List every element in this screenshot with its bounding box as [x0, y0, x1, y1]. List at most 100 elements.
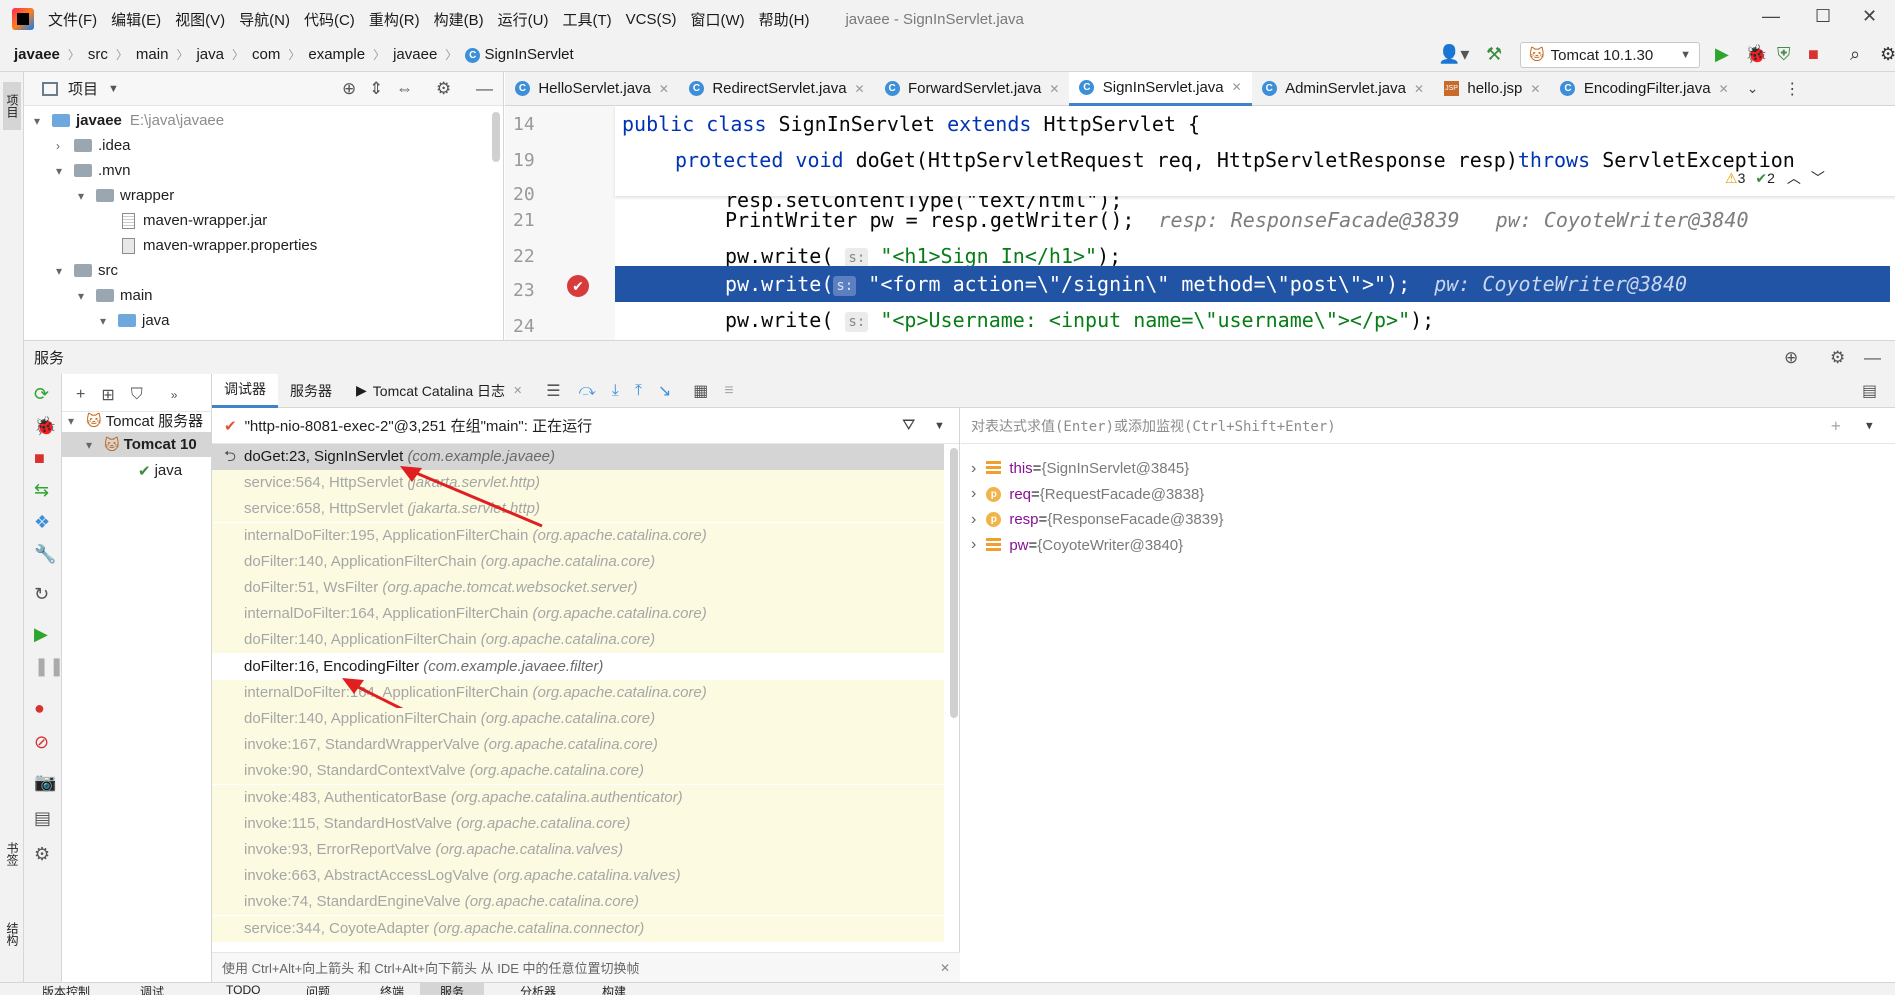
code-line-21[interactable]: PrintWriter pw = resp.getWriter(); resp:… [725, 202, 1749, 238]
settings-icon[interactable]: ⚙ [1880, 44, 1895, 65]
step-over-icon[interactable]: ⤼ [579, 382, 596, 400]
chevron-down-icon[interactable]: ﹀ [1811, 168, 1825, 188]
rerun-icon[interactable]: ⟳ [34, 384, 49, 405]
menu-edit[interactable]: 编辑(E) [111, 9, 161, 30]
deploy-icon[interactable]: ❖ [34, 512, 50, 533]
menu-file[interactable]: 文件(F) [48, 9, 97, 30]
redeploy-icon[interactable]: ⇆ [34, 480, 49, 501]
close-tab-icon[interactable]: ✕ [1232, 80, 1242, 94]
close-tab-icon[interactable]: ✕ [1414, 82, 1424, 96]
menu-navigate[interactable]: 导航(N) [239, 9, 290, 30]
code-line-24[interactable]: pw.write( s: "<p>Username: <input name=\… [725, 302, 1434, 338]
crumb-main[interactable]: main [136, 46, 169, 63]
menu-vcs[interactable]: VCS(S) [626, 11, 677, 28]
stack-frame[interactable]: invoke:93, ErrorReportValve (org.apache.… [212, 837, 944, 863]
mute-breakpoints-icon[interactable]: ⊘ [34, 732, 49, 753]
variable-row[interactable]: › p req = {RequestFacade@3838} [971, 482, 1204, 507]
code-line-23[interactable]: pw.write(s: "<form action=\"/signin\" me… [725, 266, 1687, 302]
tree-item-mvn[interactable]: ▾ .mvn [56, 158, 131, 183]
step-out-icon[interactable]: ⤒ [635, 382, 642, 400]
crumb-javaee[interactable]: javaee [393, 46, 437, 63]
menu-build[interactable]: 构建(B) [434, 9, 484, 30]
search-icon[interactable]: ⌕ [1850, 44, 1860, 65]
code-line-14[interactable]: public class SignInServlet extends HttpS… [622, 106, 1200, 142]
menu-view[interactable]: 视图(V) [175, 9, 225, 30]
project-scrollbar[interactable] [492, 112, 500, 162]
tree-item-tomcat-server[interactable]: ▾ 🐱 Tomcat 服务器 [68, 408, 212, 433]
stack-frame[interactable]: invoke:90, StandardContextValve (org.apa… [212, 758, 944, 785]
tool-terminal[interactable]: 终端 [380, 983, 404, 995]
tab-debugger[interactable]: 调试器 [212, 373, 278, 408]
stack-frame[interactable]: service:344, CoyoteAdapter (org.apache.c… [212, 915, 944, 942]
locate-icon[interactable]: ⊕ [342, 79, 356, 99]
group-icon[interactable]: ⊞ [101, 385, 114, 405]
debug-icon[interactable]: 🐞 [1745, 44, 1767, 65]
layout-icon[interactable]: ▤ [1862, 381, 1877, 401]
add-icon[interactable]: + [76, 386, 85, 404]
expand-all-icon[interactable]: ⇕ [369, 79, 383, 99]
debug-icon[interactable]: 🐞 [34, 416, 56, 437]
tree-item-java[interactable]: ▾ java [100, 308, 170, 333]
view-breakpoints-icon[interactable]: ● [34, 698, 45, 719]
pause-icon[interactable]: ❚❚ [34, 656, 64, 677]
tree-item-javaee[interactable]: ▾ javaee E:\java\javaee [34, 108, 224, 133]
crumb-project[interactable]: javaee [14, 46, 60, 63]
tab-adminservlet[interactable]: C AdminServlet.java ✕ [1252, 72, 1434, 106]
crumb-example[interactable]: example [308, 46, 365, 63]
chevron-up-icon[interactable]: ︿ [1787, 168, 1801, 188]
stop-icon[interactable]: ■ [1808, 44, 1819, 65]
tree-item-src[interactable]: ▾ src [56, 258, 118, 283]
tool-todo[interactable]: TODO [226, 983, 260, 995]
hide-icon[interactable]: — [1864, 348, 1881, 368]
crumb-src[interactable]: src [88, 46, 108, 63]
locate-icon[interactable]: ⊕ [1784, 348, 1798, 368]
tree-item-wrapper-jar[interactable]: maven-wrapper.jar [122, 208, 267, 233]
minimize-icon[interactable]: — [1762, 6, 1780, 27]
stack-frame[interactable]: invoke:115, StandardHostValve (org.apach… [212, 810, 944, 837]
step-into-icon[interactable]: ⤓ [612, 382, 619, 400]
stop-icon[interactable]: ■ [34, 448, 45, 469]
tab-helloservlet[interactable]: C HelloServlet.java ✕ [505, 72, 679, 106]
filter-icon[interactable]: ⛉ [131, 386, 143, 404]
stack-frame[interactable]: invoke:74, StandardEngineValve (org.apac… [212, 889, 944, 916]
gear-icon[interactable]: ⚙ [1830, 348, 1845, 368]
bookmarks-tool-button[interactable]: 书签 [4, 842, 21, 866]
maximize-icon[interactable]: ☐ [1815, 6, 1831, 27]
threads-icon[interactable]: ☰ [546, 381, 560, 401]
tab-redirectservlet[interactable]: C RedirectServlet.java ✕ [679, 72, 875, 106]
menu-help[interactable]: 帮助(H) [759, 9, 810, 30]
resume-icon[interactable]: ▶ [34, 624, 48, 645]
tree-item-tomcat[interactable]: ▾ 🐱 Tomcat 10 [62, 432, 212, 457]
run-icon[interactable]: ▶ [1715, 44, 1729, 65]
menu-run[interactable]: 运行(U) [498, 9, 549, 30]
chevron-down-icon[interactable]: ▼ [108, 83, 119, 95]
close-tab-icon[interactable]: ✕ [1049, 82, 1059, 96]
tool-vcs[interactable]: 版本控制 [42, 983, 90, 995]
tree-item-main[interactable]: ▾ main [78, 283, 153, 308]
chevron-down-icon[interactable]: ▼ [1866, 419, 1873, 432]
camera-icon[interactable]: 📷 [34, 772, 56, 793]
close-tab-icon[interactable]: ✕ [659, 82, 669, 96]
refresh-icon[interactable]: ↻ [34, 584, 49, 605]
tree-item-wrapper-properties[interactable]: maven-wrapper.properties [122, 233, 317, 258]
crumb-java[interactable]: java [196, 46, 224, 63]
stack-frame[interactable]: invoke:483, AuthenticatorBase (org.apach… [212, 784, 944, 811]
menu-tools[interactable]: 工具(T) [562, 9, 611, 30]
settings-icon[interactable]: ⚙ [34, 844, 50, 865]
tab-catalina-log[interactable]: ▶ Tomcat Catalina 日志 ✕ [344, 374, 534, 408]
tree-item-idea[interactable]: › .idea [56, 133, 131, 158]
chevron-right-icon[interactable]: › [971, 511, 976, 529]
menu-refactor[interactable]: 重构(R) [369, 9, 420, 30]
tool-profiler[interactable]: 分析器 [520, 983, 556, 995]
stack-frame[interactable]: invoke:663, AbstractAccessLogValve (org.… [212, 863, 944, 890]
crumb-class[interactable]: C SignInServlet [465, 46, 574, 63]
build-hammer-icon[interactable]: ⚒ [1486, 44, 1502, 65]
chevron-right-icon[interactable]: › [971, 485, 976, 503]
tool-build[interactable]: 构建 [602, 983, 626, 995]
user-icon[interactable]: 👤▾ [1438, 44, 1469, 65]
project-tool-button[interactable]: 项目 [3, 82, 21, 130]
tab-signinservlet[interactable]: C SignInServlet.java ✕ [1069, 71, 1252, 106]
tool-debug[interactable]: 调试 [140, 983, 164, 995]
crumb-com[interactable]: com [252, 46, 280, 63]
chevron-right-icon[interactable]: › [971, 536, 976, 554]
